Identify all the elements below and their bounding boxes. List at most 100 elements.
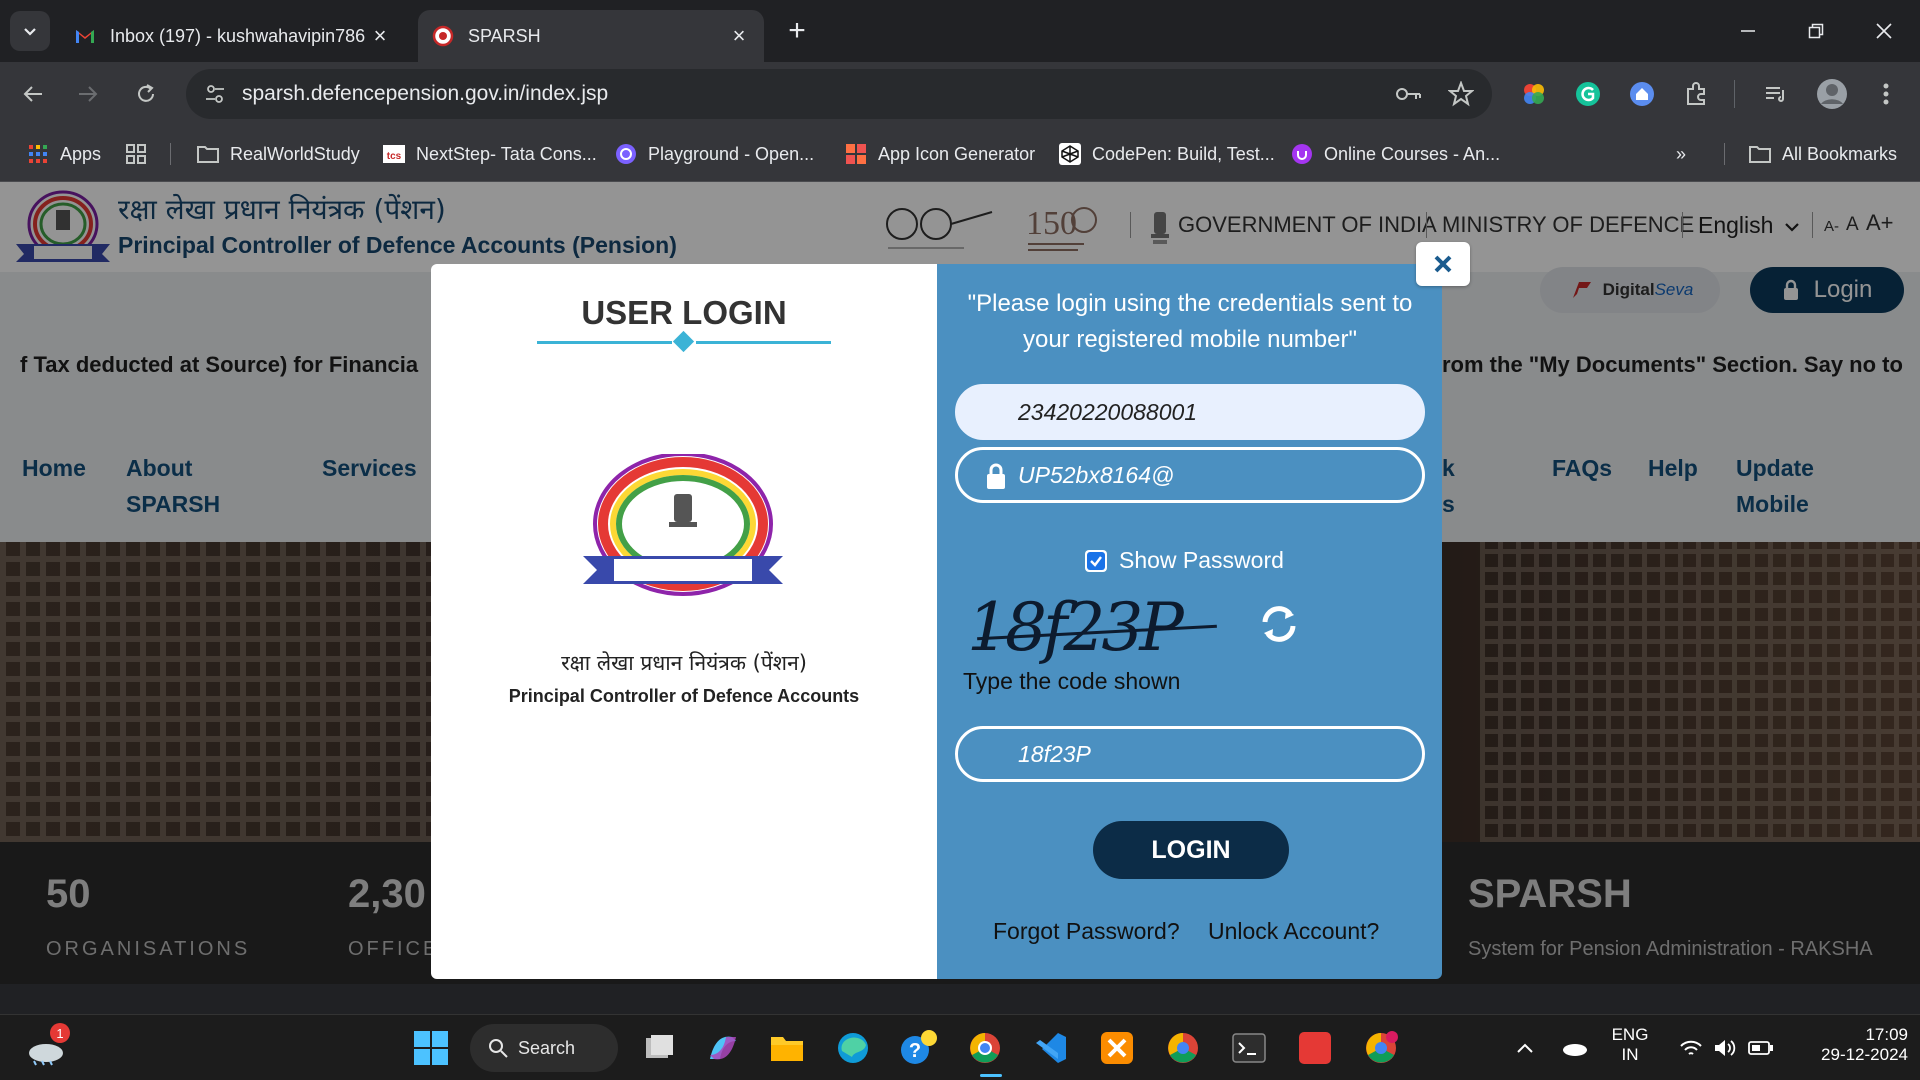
weather-badge: 1: [50, 1023, 70, 1043]
grammarly-icon[interactable]: [1570, 76, 1606, 112]
title-underline: [696, 341, 831, 344]
minimize-icon[interactable]: [1714, 0, 1782, 62]
language-code: ENG: [1611, 1025, 1649, 1044]
show-password-label: Show Password: [1119, 547, 1284, 573]
task-view-icon[interactable]: [636, 1025, 682, 1071]
color-extension-icon[interactable]: [1516, 76, 1552, 112]
bookmark-all-bookmarks[interactable]: All Bookmarks: [1748, 139, 1897, 169]
clock[interactable]: 17:09 29-12-2024: [1798, 1025, 1908, 1065]
back-arrow-icon[interactable]: [15, 76, 51, 112]
onedrive-icon[interactable]: [1552, 1025, 1598, 1071]
bookmark-label: RealWorldStudy: [230, 143, 360, 164]
tab-gmail[interactable]: Inbox (197) - kushwahavipin786 ×: [60, 10, 405, 62]
title-diamond: [672, 330, 695, 353]
password-value: UP52bx8164@: [1018, 461, 1175, 488]
reload-icon[interactable]: [128, 76, 164, 112]
forgot-password-link[interactable]: Forgot Password?: [993, 918, 1180, 945]
site-info-icon[interactable]: [204, 83, 226, 105]
app-icon-generator-icon: [844, 142, 868, 166]
password-key-icon[interactable]: [1394, 83, 1422, 105]
gmail-icon: [76, 30, 94, 43]
bookmark-label: All Bookmarks: [1782, 143, 1898, 164]
tab-search-button[interactable]: [10, 11, 50, 51]
windows-taskbar: 1 Search ? ENG IN 17:09 29-12-2024: [0, 1014, 1920, 1080]
tcs-icon: tcs: [382, 142, 406, 166]
extensions-puzzle-icon[interactable]: [1678, 76, 1714, 112]
checkmark-icon: [1087, 551, 1105, 570]
close-tab-icon[interactable]: ×: [728, 23, 750, 48]
region-code: IN: [1621, 1045, 1639, 1064]
show-password-checkbox[interactable]: [1085, 549, 1107, 572]
bookmark-playground[interactable]: Playground - Open...: [614, 139, 814, 169]
bookmark-app-icon-generator[interactable]: App Icon Generator: [844, 139, 1035, 169]
bookmark-apps[interactable]: Apps: [26, 139, 101, 169]
close-window-icon[interactable]: [1850, 0, 1918, 62]
password-field[interactable]: UP52bx8164@: [955, 447, 1425, 503]
active-app-indicator: [980, 1074, 1002, 1077]
folder-icon: [196, 142, 220, 166]
new-tab-icon[interactable]: +: [780, 14, 814, 48]
udemy-icon: [1290, 142, 1314, 166]
bookmarks-bar: Apps RealWorldStudy tcs NextStep- Tata C…: [0, 126, 1920, 182]
file-explorer-icon[interactable]: [764, 1025, 810, 1071]
openai-icon: [614, 142, 638, 166]
chrome-dev-icon[interactable]: [1358, 1025, 1404, 1071]
bookmark-label: Apps: [60, 143, 102, 164]
modal-close-icon[interactable]: [1416, 242, 1470, 286]
clock-date: 29-12-2024: [1821, 1045, 1908, 1064]
login-modal: USER LOGIN रक्षा लेखा प्रधान नियंत्रक (प…: [431, 264, 1442, 979]
home-extension-icon[interactable]: [1624, 76, 1660, 112]
tab-sparsh[interactable]: SPARSH ×: [418, 10, 764, 62]
taskbar-search-label: Search: [518, 1037, 576, 1058]
svg-text:?: ?: [909, 1040, 921, 1062]
bookmark-label: App Icon Generator: [878, 143, 1036, 164]
windows-start-icon[interactable]: [408, 1025, 454, 1071]
more-bookmarks-chevron-icon[interactable]: »: [1676, 139, 1686, 169]
taskbar-search[interactable]: Search: [470, 1024, 618, 1072]
bookmark-realworldstudy[interactable]: RealWorldStudy: [196, 139, 360, 169]
login-instruction: "Please login using the credentials sent…: [967, 290, 1413, 353]
terminal-icon[interactable]: [1226, 1025, 1272, 1071]
restore-icon[interactable]: [1782, 0, 1850, 62]
chrome-profile-icon[interactable]: [1160, 1025, 1206, 1071]
xampp-icon[interactable]: [1094, 1025, 1140, 1071]
modal-english-org: Principal Controller of Defence Accounts: [508, 686, 860, 706]
bookmark-online-courses[interactable]: Online Courses - An...: [1290, 139, 1500, 169]
help-icon[interactable]: ?: [896, 1025, 942, 1071]
search-icon: [489, 1039, 508, 1058]
title-underline: [537, 341, 672, 344]
captcha-input[interactable]: 18f23P: [955, 726, 1425, 782]
close-tab-icon[interactable]: ×: [369, 23, 391, 48]
forward-arrow-icon[interactable]: [70, 76, 106, 112]
copilot-icon[interactable]: [700, 1025, 746, 1071]
chevron-up-icon[interactable]: [1502, 1025, 1548, 1071]
edge-icon[interactable]: [830, 1025, 876, 1071]
battery-icon[interactable]: [1738, 1025, 1784, 1071]
profile-avatar[interactable]: [1814, 76, 1850, 112]
address-bar[interactable]: sparsh.defencepension.gov.in/index.jsp: [186, 69, 1492, 119]
vscode-icon[interactable]: [1028, 1025, 1074, 1071]
chrome-icon[interactable]: [962, 1025, 1008, 1071]
reading-list-icon[interactable]: [1758, 76, 1794, 112]
unlock-account-link[interactable]: Unlock Account?: [1208, 918, 1379, 945]
language-indicator[interactable]: ENG IN: [1610, 1025, 1650, 1065]
codepen-icon: [1058, 142, 1082, 166]
bookmark-codepen[interactable]: CodePen: Build, Test...: [1058, 139, 1275, 169]
weather-widget-icon[interactable]: 1: [24, 1023, 70, 1071]
app-red-icon[interactable]: [1292, 1025, 1338, 1071]
bookmark-star-icon[interactable]: [1448, 81, 1474, 107]
username-field[interactable]: 23420220088001: [955, 384, 1425, 440]
show-password-toggle[interactable]: Show Password: [1085, 547, 1284, 574]
clock-time: 17:09: [1865, 1025, 1908, 1044]
bookmark-label: Online Courses - An...: [1324, 143, 1501, 164]
bookmark-nextstep[interactable]: tcs NextStep- Tata Cons...: [382, 139, 597, 169]
login-button[interactable]: LOGIN: [1093, 821, 1289, 879]
chrome-menu-icon[interactable]: [1868, 76, 1904, 112]
modal-hindi-org: रक्षा लेखा प्रधान नियंत्रक (पेंशन): [561, 651, 807, 675]
sparsh-page: रक्षा लेखा प्रधान नियंत्रक (पेंशन) Princ…: [0, 182, 1920, 984]
refresh-captcha-icon[interactable]: [1257, 602, 1301, 646]
modal-left-panel: USER LOGIN रक्षा लेखा प्रधान नियंत्रक (प…: [431, 264, 937, 979]
tab-groups-icon[interactable]: [124, 139, 158, 169]
captcha-input-value: 18f23P: [1018, 740, 1091, 767]
pcda-pension-logo: [583, 454, 783, 596]
